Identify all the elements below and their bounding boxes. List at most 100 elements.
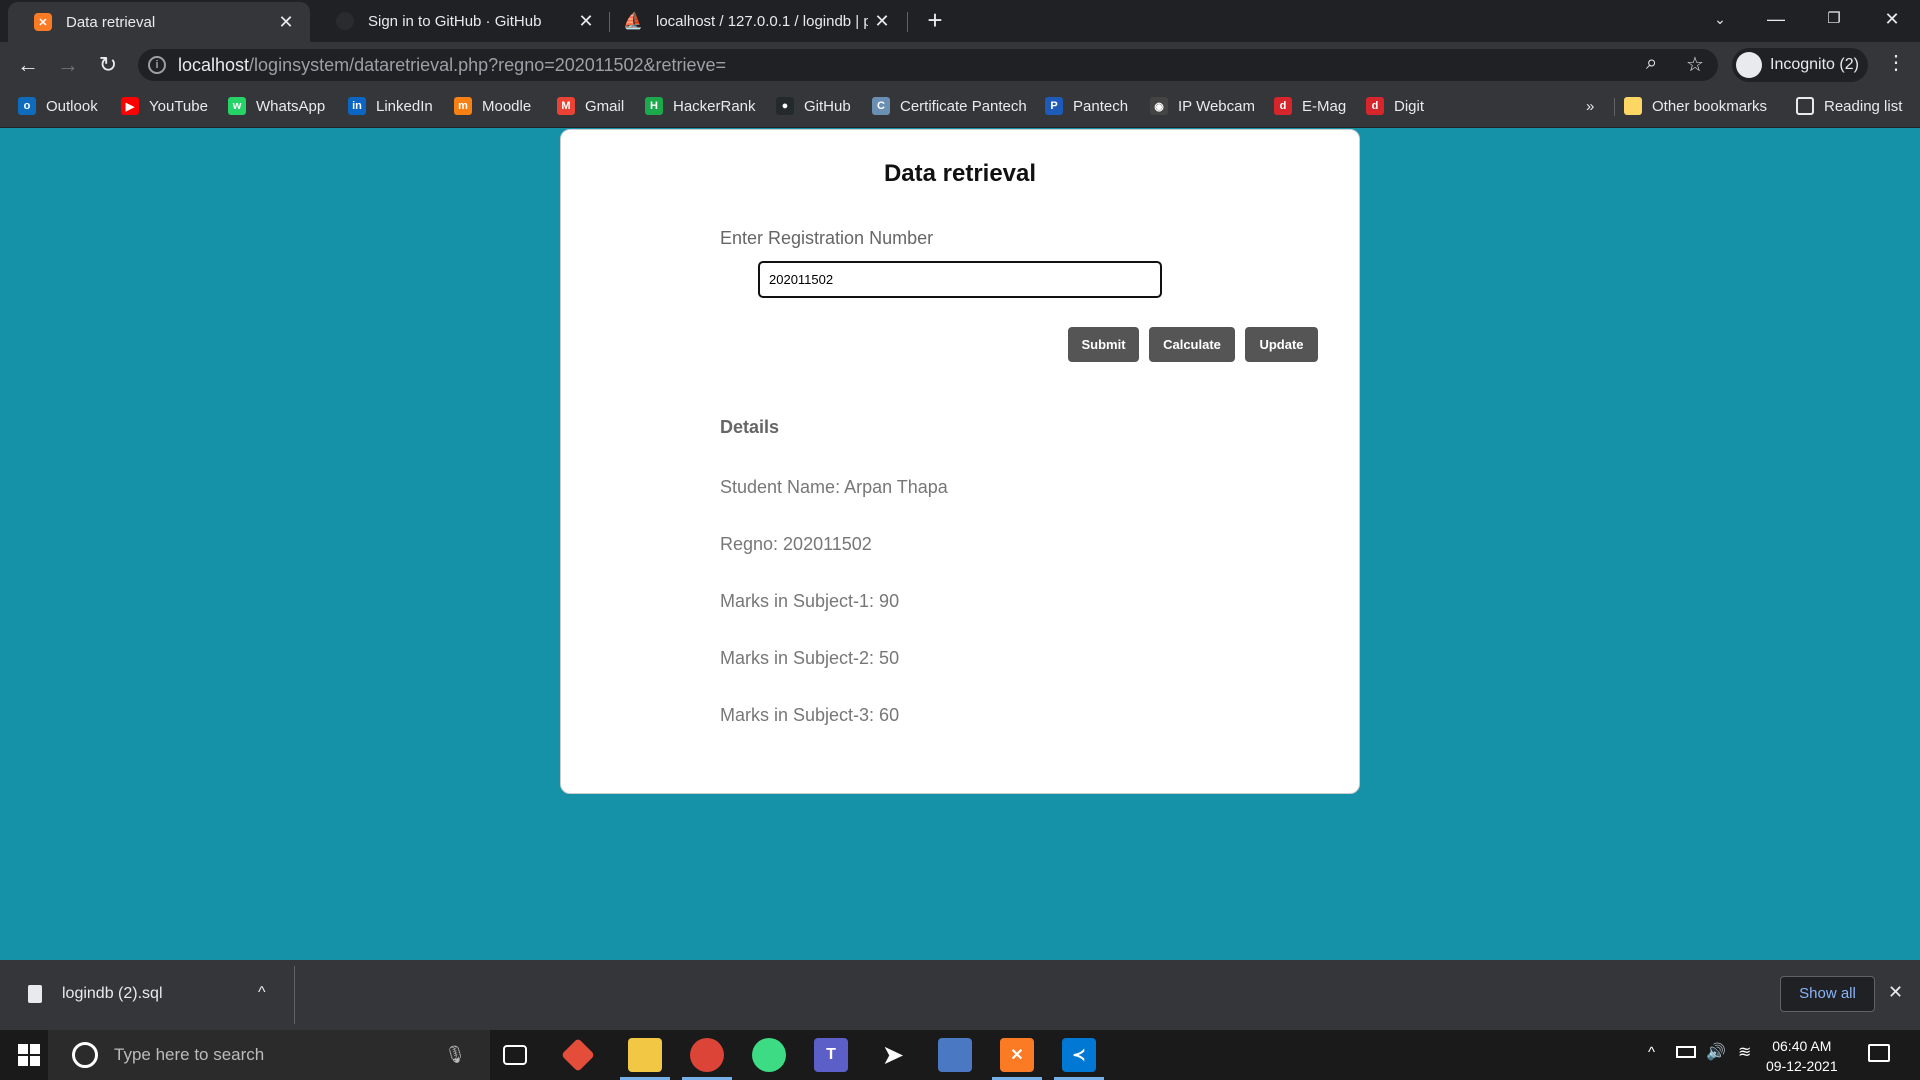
url-text: localhost/loginsystem/dataretrieval.php?… — [178, 55, 726, 76]
overflow-label: » — [1586, 97, 1595, 115]
minimize-button[interactable]: — — [1748, 0, 1804, 40]
reading-list[interactable]: Reading list — [1796, 94, 1902, 118]
tab-title: localhost / 127.0.0.1 / logindb | p — [656, 12, 868, 30]
tab-search-icon[interactable]: ⌄ — [1692, 0, 1748, 40]
tab-github-signin[interactable]: Sign in to GitHub · GitHub ✕ — [310, 0, 610, 42]
phpmyadmin-icon: ⛵ — [623, 13, 643, 30]
bookmark-github[interactable]: ● GitHub — [776, 94, 851, 118]
powerautomate-icon[interactable]: ➤ — [876, 1038, 910, 1072]
remote-desktop-icon[interactable] — [938, 1038, 972, 1072]
chevron-up-icon[interactable]: ^ — [258, 984, 266, 1002]
show-hidden-icons[interactable]: ^ — [1648, 1044, 1655, 1061]
battery-icon[interactable] — [1676, 1046, 1696, 1058]
detail-student-name: Student Name: Arpan Thapa — [720, 477, 948, 497]
bookmark-outlook[interactable]: o Outlook — [18, 94, 98, 118]
calculate-button[interactable]: Calculate — [1149, 327, 1235, 362]
forward-button[interactable]: → — [52, 50, 84, 82]
close-window-button[interactable]: ✕ — [1864, 0, 1920, 40]
bookmark-label: IP Webcam — [1178, 97, 1255, 115]
clock-date: 09-12-2021 — [1766, 1058, 1838, 1074]
restore-button[interactable]: ❐ — [1806, 0, 1862, 40]
tab-title: Data retrieval — [66, 13, 156, 31]
pantech-icon: P — [1045, 97, 1063, 115]
github-icon: ● — [776, 97, 794, 115]
file-explorer-icon[interactable] — [628, 1038, 662, 1072]
bookmark-digit[interactable]: d Digit — [1366, 94, 1424, 118]
registration-number-input[interactable] — [758, 261, 1162, 298]
vscode-icon[interactable]: ≺ — [1062, 1038, 1096, 1072]
tab-separator — [907, 12, 908, 32]
close-tab-icon[interactable]: ✕ — [572, 11, 600, 32]
outlook-icon: o — [18, 97, 36, 115]
notifications-icon[interactable] — [1868, 1044, 1890, 1062]
content-card — [560, 129, 1360, 794]
bookmark-label: HackerRank — [673, 97, 756, 115]
bookmark-label: LinkedIn — [376, 97, 433, 115]
bookmark-moodle[interactable]: m Moodle — [454, 94, 531, 118]
certificate-pantech-icon: C — [872, 97, 890, 115]
bookmark-whatsapp[interactable]: w WhatsApp — [228, 94, 325, 118]
chrome-icon[interactable] — [690, 1038, 724, 1072]
registration-label: Enter Registration Number — [720, 228, 934, 248]
bookmark-ip-webcam[interactable]: ◉ IP Webcam — [1150, 94, 1255, 118]
task-view-icon[interactable] — [503, 1045, 527, 1065]
details-heading: Details — [720, 417, 780, 437]
back-button[interactable]: ← — [12, 50, 44, 82]
bookmark-hackerrank[interactable]: H HackerRank — [645, 94, 756, 118]
menu-icon[interactable]: ⋮ — [1886, 50, 1906, 75]
file-icon — [28, 985, 42, 1003]
detail-subject-2: Marks in Subject-2: 50 — [720, 648, 900, 668]
url-host: localhost — [178, 55, 250, 75]
tab-data-retrieval[interactable]: ✕ Data retrieval ✕ — [8, 2, 310, 42]
update-button[interactable]: Update — [1245, 327, 1318, 362]
bookmark-label: YouTube — [149, 97, 208, 115]
android-studio-icon[interactable] — [752, 1038, 786, 1072]
tab-phpmyadmin[interactable]: ⛵ localhost / 127.0.0.1 / logindb | p ✕ — [610, 0, 906, 42]
moodle-icon: m — [454, 97, 472, 115]
volume-icon[interactable]: 🔊 — [1706, 1042, 1726, 1062]
new-tab-button[interactable]: + — [920, 6, 950, 36]
teams-icon[interactable]: T — [814, 1038, 848, 1072]
taskbar-search[interactable]: Type here to search 🎙 — [48, 1030, 490, 1080]
bookmark-star-icon[interactable]: ☆ — [1686, 52, 1704, 77]
site-info-icon[interactable]: i — [148, 56, 166, 74]
bookmarks-overflow-button[interactable]: » — [1586, 94, 1594, 118]
taskbar-clock[interactable]: 06:40 AM 09-12-2021 — [1766, 1036, 1838, 1076]
bookmark-linkedin[interactable]: in LinkedIn — [348, 94, 433, 118]
close-downloads-icon[interactable]: ✕ — [1888, 982, 1903, 1003]
bookmarks-divider — [1614, 98, 1615, 116]
downloads-bar — [0, 960, 1920, 1030]
bookmark-pantech[interactable]: P Pantech — [1045, 94, 1128, 118]
detail-subject-3: Marks in Subject-3: 60 — [720, 705, 900, 725]
whatsapp-icon: w — [228, 97, 246, 115]
close-tab-icon[interactable]: ✕ — [272, 12, 300, 33]
wifi-icon[interactable]: ≋ — [1738, 1042, 1751, 1062]
xampp-icon: ✕ — [34, 13, 52, 31]
zoom-icon[interactable]: ⌕ — [1646, 52, 1657, 75]
bookmark-gmail[interactable]: M Gmail — [557, 94, 624, 118]
url-path: /loginsystem/dataretrieval.php?regno=202… — [249, 55, 727, 75]
incognito-profile-button[interactable]: Incognito (2) — [1732, 48, 1868, 82]
gmail-icon: M — [557, 97, 575, 115]
bookmark-label: Moodle — [482, 97, 532, 115]
reading-list-icon — [1796, 97, 1814, 115]
show-all-button[interactable]: Show all — [1780, 976, 1875, 1012]
reload-button[interactable]: ↻ — [92, 50, 124, 82]
incognito-icon — [1736, 52, 1762, 78]
search-placeholder: Type here to search — [114, 1045, 265, 1064]
tab-title: Sign in to GitHub · GitHub — [368, 12, 542, 30]
xampp-taskbar-icon[interactable]: ✕ — [1000, 1038, 1034, 1072]
bookmark-certificate-pantech[interactable]: C Certificate Pantech — [872, 94, 1027, 118]
bookmark-e-mag[interactable]: d E-Mag — [1274, 94, 1346, 118]
bookmark-label: Certificate Pantech — [900, 97, 1027, 115]
microphone-icon[interactable]: 🎙 — [444, 1045, 466, 1065]
other-bookmarks[interactable]: Other bookmarks — [1624, 94, 1767, 118]
close-tab-icon[interactable]: ✕ — [868, 11, 896, 32]
clock-time: 06:40 AM — [1772, 1038, 1832, 1054]
download-item[interactable]: logindb (2).sql — [62, 985, 163, 1003]
submit-button[interactable]: Submit — [1068, 327, 1139, 362]
bookmark-youtube[interactable]: ▶ YouTube — [121, 94, 208, 118]
windows-start-icon[interactable] — [18, 1044, 40, 1066]
folder-icon — [1624, 97, 1642, 115]
bookmark-label: E-Mag — [1302, 97, 1347, 115]
